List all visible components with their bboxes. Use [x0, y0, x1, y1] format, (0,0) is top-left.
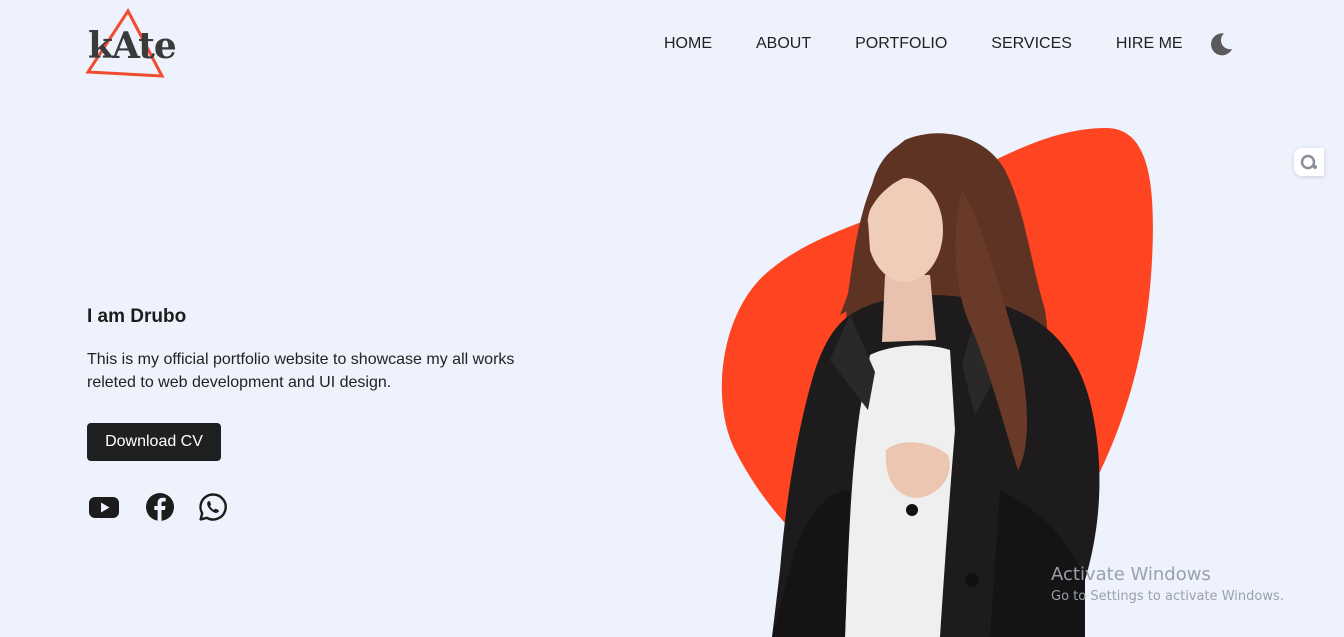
hero-illustration: [721, 128, 1153, 637]
whatsapp-icon[interactable]: [197, 491, 229, 523]
page: kAte HOME ABOUT PORTFOLIO SERVICES HIRE …: [0, 0, 1344, 637]
site-logo[interactable]: kAte: [84, 8, 180, 82]
main-nav: HOME ABOUT PORTFOLIO SERVICES HIRE ME: [664, 34, 1183, 54]
nav-portfolio[interactable]: PORTFOLIO: [855, 34, 947, 54]
logo-text: kAte: [88, 25, 177, 67]
gear-icon: [1300, 154, 1317, 170]
activate-windows-subtitle: Go to Settings to activate Windows.: [1051, 589, 1284, 604]
nav-about[interactable]: ABOUT: [756, 34, 811, 54]
nav-services[interactable]: SERVICES: [991, 34, 1072, 54]
nav-home[interactable]: HOME: [664, 34, 712, 54]
hero-title: I am Drubo: [87, 306, 187, 327]
youtube-icon[interactable]: [88, 491, 120, 523]
facebook-icon[interactable]: [144, 491, 176, 523]
hero-description: This is my official portfolio website to…: [87, 351, 515, 391]
activate-windows-title: Activate Windows: [1051, 564, 1211, 585]
moon-icon[interactable]: [1207, 30, 1235, 58]
nav-hire-me[interactable]: HIRE ME: [1116, 34, 1183, 54]
floating-settings-widget[interactable]: [1294, 148, 1324, 176]
download-cv-button[interactable]: Download CV: [87, 423, 221, 461]
